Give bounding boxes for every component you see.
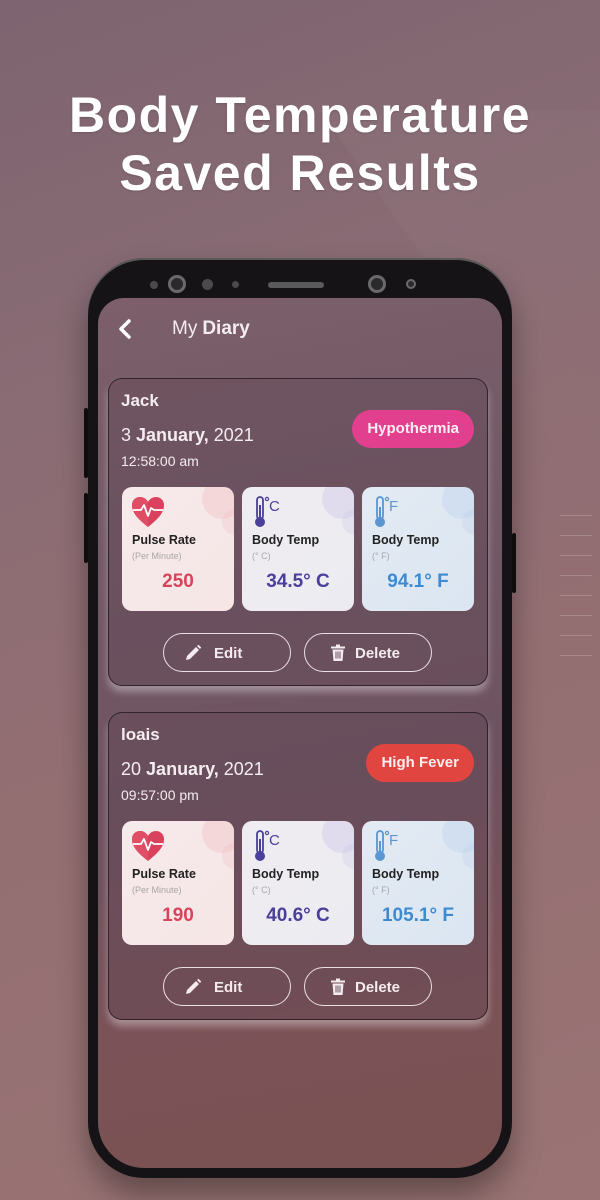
entry-name: Jack: [121, 391, 159, 410]
body-temp-c-label: Body Temp: [252, 867, 320, 881]
pulse-rate-value: 190: [162, 905, 194, 926]
measurement-tiles: Pulse Rate (Per Minute) 250 C Body Temp …: [122, 487, 477, 611]
body-temp-f-value: 105.1° F: [381, 905, 455, 926]
pencil-icon: [186, 978, 202, 994]
heart-pulse-icon: [132, 497, 164, 527]
status-badge: Hypothermia: [352, 410, 474, 448]
entry-date: 20 January, 2021: [121, 759, 264, 779]
app-header: My Diary: [98, 316, 502, 346]
chevron-left-icon: [119, 319, 131, 339]
edit-button[interactable]: Edit: [163, 633, 291, 672]
body-temp-celsius-tile: C Body Temp (° C) 40.6° C: [242, 821, 354, 945]
edit-button[interactable]: Edit: [163, 967, 291, 1006]
body-temp-celsius-tile: C Body Temp (° C) 34.5° C: [242, 487, 354, 611]
thermometer-celsius-icon: C: [255, 830, 280, 861]
thermometer-fahrenheit-icon: F: [375, 830, 398, 861]
pulse-rate-label: Pulse Rate: [132, 867, 196, 881]
thermometer-celsius-icon: C: [255, 496, 280, 527]
volume-up-button: [84, 408, 88, 478]
body-temp-f-label: Body Temp: [372, 533, 440, 547]
title-prefix: My: [172, 318, 198, 339]
entry-date: 3 January, 2021: [121, 425, 254, 445]
volume-down-button: [84, 493, 88, 563]
phone-sensors: [88, 275, 512, 295]
promo-headline-line1: Body Temperature: [68, 87, 532, 143]
entry-time: 09:57:00 pm: [121, 787, 199, 803]
back-button[interactable]: [112, 316, 140, 344]
body-temp-f-unit: (° F): [372, 551, 390, 561]
pulse-rate-label: Pulse Rate: [132, 533, 196, 547]
body-temp-f-value: 94.1° F: [387, 571, 449, 592]
pulse-rate-unit: (Per Minute): [132, 885, 182, 895]
diary-entry-card: loais 20 January, 2021 09:57:00 pm High …: [108, 712, 488, 1020]
svg-text:C: C: [269, 832, 280, 849]
body-temp-fahrenheit-tile: F Body Temp (° F) 94.1° F: [362, 487, 474, 611]
title-main: Diary: [202, 318, 250, 339]
body-temp-f-label: Body Temp: [372, 867, 440, 881]
svg-text:C: C: [269, 498, 280, 515]
pulse-rate-value: 250: [162, 571, 194, 592]
thermometer-fahrenheit-icon: F: [375, 496, 398, 527]
pulse-rate-tile: Pulse Rate (Per Minute) 190: [122, 821, 234, 945]
promo-headline: Body Temperature Saved Results: [0, 86, 600, 202]
body-temp-c-label: Body Temp: [252, 533, 320, 547]
body-temp-f-unit: (° F): [372, 885, 390, 895]
pulse-rate-tile: Pulse Rate (Per Minute) 250: [122, 487, 234, 611]
page-title: My Diary: [172, 318, 250, 340]
delete-button[interactable]: Delete: [304, 967, 432, 1006]
entry-actions: Edit Delete: [163, 967, 433, 1007]
pencil-icon: [186, 644, 202, 660]
measurement-tiles: Pulse Rate (Per Minute) 190 C Body Temp …: [122, 821, 477, 945]
body-temp-fahrenheit-tile: F Body Temp (° F) 105.1° F: [362, 821, 474, 945]
body-temp-c-value: 40.6° C: [266, 905, 330, 926]
app-screen: My Diary Jack 3 January, 2021 12:58:00 am…: [98, 298, 502, 1168]
promo-headline-line2: Saved Results: [119, 145, 481, 201]
earpiece-speaker: [268, 282, 324, 288]
body-temp-c-value: 34.5° C: [266, 571, 330, 592]
status-badge: High Fever: [366, 744, 474, 782]
trash-icon: [331, 978, 345, 995]
delete-button[interactable]: Delete: [304, 633, 432, 672]
entry-time: 12:58:00 am: [121, 453, 199, 469]
phone-frame: My Diary Jack 3 January, 2021 12:58:00 am…: [84, 258, 516, 1178]
body-temp-c-unit: (° C): [252, 551, 271, 561]
heart-pulse-icon: [132, 831, 164, 861]
entry-name: loais: [121, 725, 160, 744]
svg-text:F: F: [389, 498, 398, 515]
body-temp-c-unit: (° C): [252, 885, 271, 895]
entry-actions: Edit Delete: [163, 633, 433, 673]
svg-text:F: F: [389, 832, 398, 849]
trash-icon: [331, 644, 345, 661]
diary-entry-card: Jack 3 January, 2021 12:58:00 am Hypothe…: [108, 378, 488, 686]
power-button: [512, 533, 516, 593]
pulse-rate-unit: (Per Minute): [132, 551, 182, 561]
